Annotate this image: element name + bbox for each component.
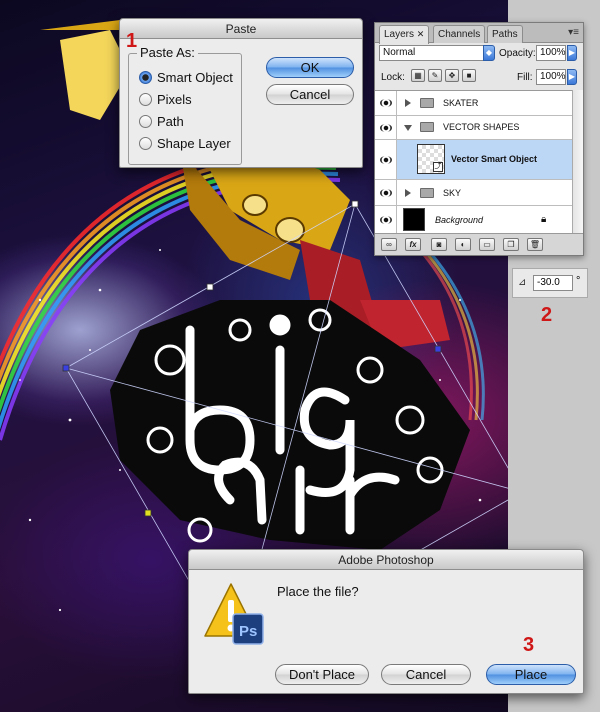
collapse-triangle-icon[interactable] — [404, 125, 412, 131]
folder-icon — [420, 122, 434, 132]
transform-handle[interactable] — [62, 364, 70, 372]
eye-icon[interactable] — [380, 188, 392, 197]
radio-path[interactable]: Path — [139, 112, 184, 130]
fx-icon[interactable]: fx — [405, 238, 421, 251]
rotation-angle-box: ⊿ -30.0 ° — [512, 268, 588, 298]
paste-as-group: Paste As: Smart Object Pixels Path Shape… — [128, 45, 242, 165]
warning-icon: Ps — [203, 580, 269, 650]
chevron-updown-icon[interactable]: ◆ — [483, 45, 495, 61]
folder-icon — [420, 188, 434, 198]
folder-icon — [420, 98, 434, 108]
radio-button[interactable] — [139, 92, 152, 106]
trash-icon[interactable]: 🗑︎ — [527, 238, 543, 251]
opacity-label: Opacity: — [499, 48, 536, 59]
layer-row-sky[interactable]: SKY — [375, 180, 573, 206]
layer-list: SKATER VECTOR SHAPES ⤴ Vector Smart Obje… — [375, 90, 573, 234]
transform-handle[interactable] — [351, 200, 359, 208]
layer-row-skater[interactable]: SKATER — [375, 91, 573, 116]
step-number-1: 1 — [126, 30, 138, 52]
layer-name: VECTOR SHAPES — [443, 122, 520, 132]
layer-row-vector-shapes[interactable]: VECTOR SHAPES — [375, 116, 573, 140]
lock-icon: 🔒︎ — [541, 214, 547, 225]
lock-position-icon[interactable]: ✥ — [445, 69, 459, 82]
layers-panel: Layers ✕ Channels Paths ▾≡ Normal ◆ Opac… — [374, 22, 584, 256]
expand-triangle-icon[interactable] — [405, 99, 411, 107]
place-file-dialog: Adobe Photoshop Ps Place the file? Don't… — [188, 549, 584, 694]
step-number-3: 3 — [523, 634, 535, 656]
chevron-right-icon[interactable]: ▶ — [567, 45, 577, 61]
radio-label: Path — [157, 113, 184, 129]
layer-row-background[interactable]: Background 🔒︎ — [375, 206, 573, 234]
radio-button[interactable] — [139, 114, 152, 128]
expand-triangle-icon[interactable] — [405, 189, 411, 197]
lock-all-icon[interactable]: ■ — [462, 69, 476, 82]
eye-icon[interactable] — [380, 123, 392, 132]
layer-name: Vector Smart Object — [451, 154, 538, 164]
radio-smart-object[interactable]: Smart Object — [139, 68, 233, 86]
opacity-field[interactable]: 100% — [536, 45, 566, 61]
smart-object-thumbnail: ⤴ — [417, 144, 445, 174]
lock-transparency-icon[interactable]: ▦ — [411, 69, 425, 82]
radio-label: Smart Object — [157, 69, 233, 85]
place-file-message: Place the file? — [277, 584, 359, 599]
rotation-angle-field[interactable]: -30.0 — [533, 275, 573, 291]
layer-name: SKY — [443, 188, 462, 198]
transform-handle[interactable] — [144, 509, 152, 517]
fill-label: Fill: — [517, 72, 533, 83]
new-layer-icon[interactable]: ❐ — [503, 238, 519, 251]
paste-dialog-title: Paste — [120, 19, 362, 39]
transform-handle[interactable] — [206, 283, 214, 291]
link-icon[interactable]: ∞ — [381, 238, 397, 251]
angle-icon: ⊿ — [518, 277, 527, 288]
layers-panel-footer: ∞ fx ◙ ◐ ▭ ❐ 🗑︎ — [375, 233, 583, 255]
transform-handle[interactable] — [434, 345, 442, 353]
svg-text:Ps: Ps — [239, 623, 257, 640]
blend-mode-select[interactable]: Normal — [379, 45, 485, 61]
close-icon[interactable]: ✕ — [417, 29, 425, 39]
fill-field[interactable]: 100% — [536, 69, 566, 85]
adjustment-icon[interactable]: ◐ — [455, 238, 471, 251]
radio-pixels[interactable]: Pixels — [139, 90, 192, 108]
place-dialog-title: Adobe Photoshop — [189, 550, 583, 570]
paste-as-label: Paste As: — [137, 45, 198, 60]
eye-icon[interactable] — [380, 99, 392, 107]
tab-layers[interactable]: Layers ✕ — [379, 25, 430, 44]
radio-shape-layer[interactable]: Shape Layer — [139, 134, 231, 152]
cancel-button[interactable]: Cancel — [381, 664, 471, 685]
tab-label: Layers — [384, 29, 415, 40]
radio-label: Pixels — [157, 91, 192, 107]
eye-icon[interactable] — [380, 215, 392, 224]
step-number-2: 2 — [541, 304, 553, 326]
layer-row-vector-smart-object[interactable]: ⤴ Vector Smart Object — [375, 140, 573, 180]
radio-label: Shape Layer — [157, 135, 231, 151]
layer-name: SKATER — [443, 98, 479, 108]
lock-pixels-icon[interactable]: ✎ — [428, 69, 442, 82]
eye-icon[interactable] — [380, 155, 392, 164]
folder-icon[interactable]: ▭ — [479, 238, 495, 251]
radio-button-selected[interactable] — [139, 70, 152, 84]
tab-channels[interactable]: Channels — [433, 25, 486, 43]
smart-object-badge-icon: ⤴ — [433, 162, 443, 172]
lock-label: Lock: — [381, 72, 405, 83]
panel-tabs: Layers ✕ Channels Paths ▾≡ — [375, 23, 583, 44]
chevron-right-icon[interactable]: ▶ — [567, 69, 577, 85]
radio-button[interactable] — [139, 136, 152, 150]
degree-unit: ° — [576, 275, 581, 287]
place-button[interactable]: Place — [486, 664, 576, 685]
cancel-button[interactable]: Cancel — [266, 84, 354, 105]
ok-button[interactable]: OK — [266, 57, 354, 78]
background-thumbnail — [403, 208, 425, 231]
dont-place-button[interactable]: Don't Place — [275, 664, 369, 685]
layer-list-scrollbar[interactable] — [572, 90, 583, 233]
paste-dialog: Paste Paste As: Smart Object Pixels Path… — [119, 18, 363, 168]
mask-icon[interactable]: ◙ — [431, 238, 447, 251]
panel-menu-icon[interactable]: ▾≡ — [568, 27, 579, 38]
layer-name: Background — [435, 215, 484, 225]
tab-paths[interactable]: Paths — [487, 25, 523, 43]
